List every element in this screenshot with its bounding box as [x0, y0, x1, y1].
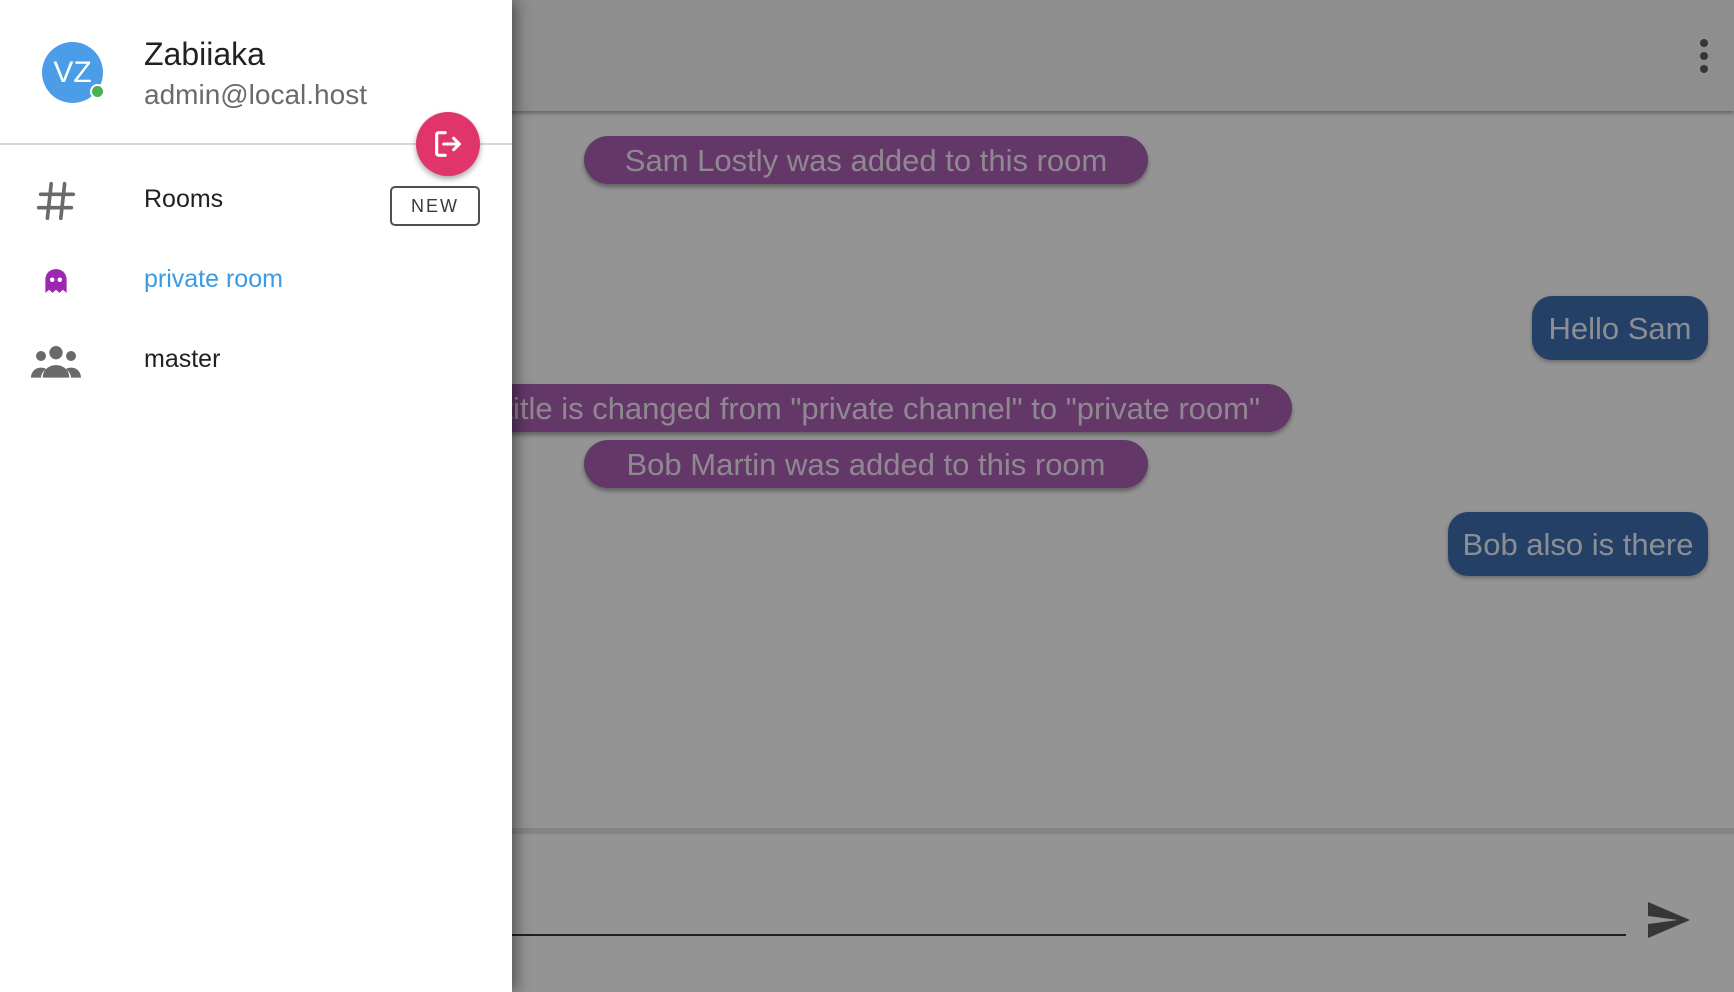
- sidebar-item-label: private room: [144, 265, 283, 293]
- avatar-initials: VZ: [53, 55, 92, 89]
- logout-icon: [435, 131, 461, 157]
- user-name: Zabiiaka: [144, 36, 265, 72]
- sidebar-item-label: Rooms: [144, 185, 224, 213]
- people-group-icon: [30, 337, 82, 385]
- avatar: VZ: [42, 42, 105, 103]
- navigation-drawer: VZ Zabiiaka admin@local.host Rooms NEW p…: [0, 0, 512, 992]
- sidebar-item-master[interactable]: master: [0, 321, 512, 401]
- chat-app: Sam Lostly was added to this room Hello …: [0, 0, 1734, 992]
- hash-icon: [30, 177, 82, 225]
- new-room-button[interactable]: NEW: [390, 186, 480, 226]
- sidebar-item-label: master: [144, 345, 221, 373]
- user-email: admin@local.host: [144, 79, 367, 110]
- online-status-dot: [90, 84, 105, 99]
- sidebar-item-private-room[interactable]: private room: [0, 241, 512, 321]
- logout-button[interactable]: [416, 112, 480, 176]
- ghost-icon: [30, 257, 82, 305]
